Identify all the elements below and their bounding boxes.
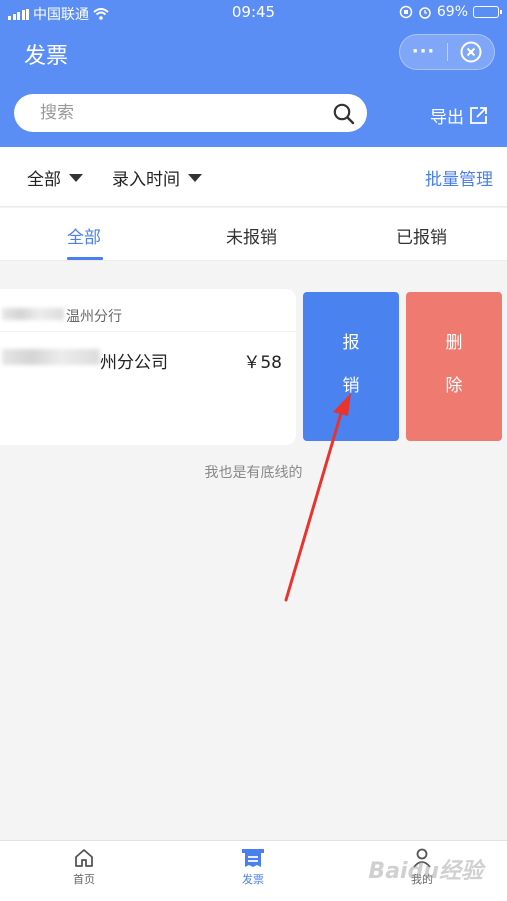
bottom-tab-bar: 首页 发票 我的 Baidu经验 — [0, 840, 507, 901]
tabbar-label-invoice: 发票 — [242, 873, 264, 886]
invoice-icon — [242, 849, 264, 867]
home-icon — [75, 849, 93, 867]
tabbar-label-home: 首页 — [73, 873, 95, 886]
annotation-arrow — [284, 393, 351, 602]
tabbar-item-invoice[interactable]: 发票 — [223, 847, 283, 887]
tabbar-item-home[interactable]: 首页 — [54, 847, 114, 887]
watermark: Baidu经验 — [368, 859, 483, 884]
